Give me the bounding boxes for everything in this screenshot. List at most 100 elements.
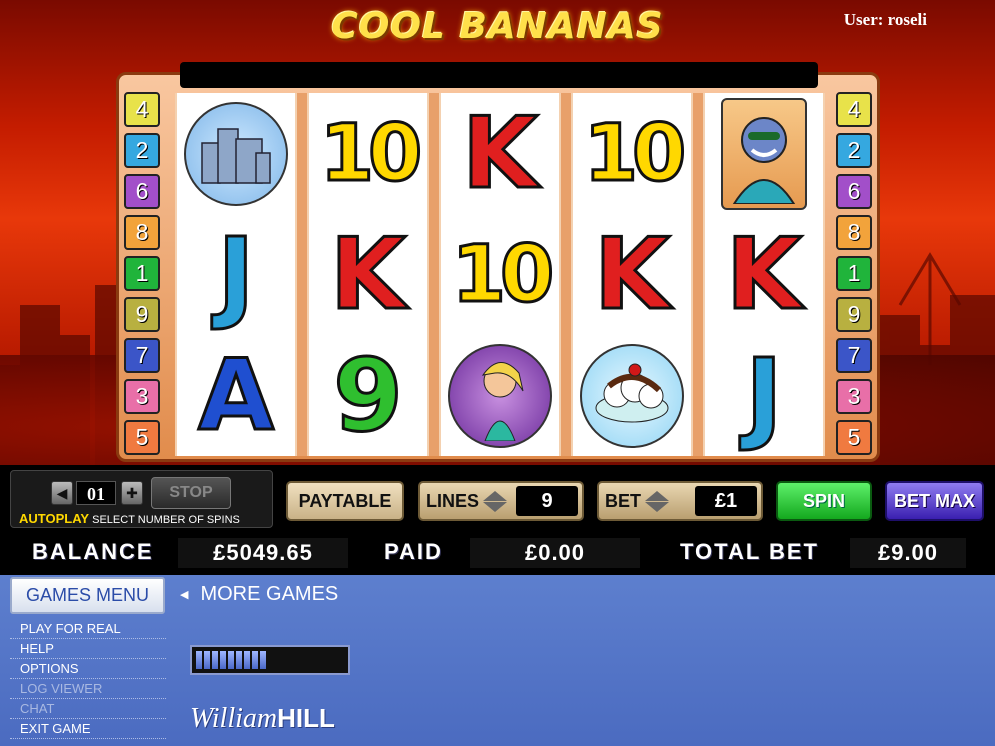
symbol-9: 9	[332, 336, 405, 454]
menu-item-log-viewer: LOG VIEWER	[10, 679, 166, 699]
stop-button[interactable]: STOP	[151, 477, 231, 509]
payline-badge-left: 1	[124, 256, 160, 291]
reel-symbol: J	[177, 214, 295, 335]
paytable-button[interactable]: PAYTABLE	[286, 481, 404, 521]
reel-symbol: J	[705, 335, 823, 456]
triangle-left-icon: ◀	[180, 589, 189, 601]
payline-badge-left: 9	[124, 297, 160, 332]
reel-symbol: K	[441, 93, 559, 214]
symbol-10: 10	[450, 229, 556, 320]
lines-down-icon[interactable]	[483, 501, 508, 512]
reel-symbol: 9	[309, 335, 427, 456]
reel-5: KJ	[703, 93, 825, 456]
william-hill-logo: WilliamHILL	[190, 703, 335, 735]
reel-4: 10 K	[571, 93, 693, 456]
bet-selector: BET £1	[597, 481, 763, 521]
bet-down-icon[interactable]	[645, 501, 669, 512]
paid-label: PAID	[384, 539, 443, 564]
symbol-k: K	[725, 217, 804, 332]
payline-badge-right: 6	[836, 174, 872, 209]
payline-badge-left: 7	[124, 338, 160, 373]
total-bet-value: £9.00	[850, 538, 966, 568]
reel-symbol: K	[573, 214, 691, 335]
side-menu: PLAY FOR REAL HELP OPTIONS LOG VIEWER CHAT EX…	[10, 619, 166, 739]
symbol-j: J	[744, 336, 784, 454]
symbol-k: K	[593, 217, 672, 332]
reel-symbol	[177, 93, 295, 214]
symbol-10: 10	[318, 108, 424, 199]
reel-symbol: 10	[573, 93, 691, 214]
reel-2: 10 K 9	[307, 93, 429, 456]
autoplay-label-bold: AUTOPLAY	[19, 511, 90, 526]
reel-1: JA	[175, 93, 297, 456]
payline-badge-right: 4	[836, 92, 872, 127]
city-icon	[184, 101, 288, 206]
payline-badge-left: 5	[124, 420, 160, 455]
progress-segment	[252, 651, 258, 669]
balance-label: BALANCE	[32, 539, 154, 564]
bet-up-icon[interactable]	[645, 490, 669, 501]
user-label: User: roseli	[843, 10, 927, 29]
more-games-label: MORE GAMES	[200, 583, 339, 605]
symbol-10: 10	[582, 108, 688, 199]
games-menu-button[interactable]: GAMES MENU	[10, 577, 165, 614]
payline-badge-left: 2	[124, 133, 160, 168]
message-bar	[180, 62, 818, 88]
total-bet-label: TOTAL BET	[680, 539, 819, 564]
balance-value: £5049.65	[178, 538, 348, 568]
reel-symbol: K	[705, 214, 823, 335]
lines-up-icon[interactable]	[483, 490, 508, 501]
autoplay-increase-button[interactable]: ✚	[121, 481, 143, 505]
payline-badge-right: 9	[836, 297, 872, 332]
payline-badge-right: 3	[836, 379, 872, 414]
bet-stepper[interactable]	[645, 490, 669, 512]
menu-item-play-for-real[interactable]: PLAY FOR REAL	[10, 619, 166, 639]
bet-max-button[interactable]: BET MAX	[885, 481, 984, 521]
reel-symbol: K	[309, 214, 427, 335]
control-bar: ◀ 01 ✚ STOP AUTOPLAY SELECT NUMBER OF SP…	[0, 465, 995, 575]
lines-value: 9	[516, 486, 578, 516]
payline-markers-left: 4 2 6 8 1 9 7 3 5	[124, 92, 160, 455]
reel-symbol	[573, 335, 691, 456]
progress-segment	[196, 651, 202, 669]
more-games-link[interactable]: ◀ MORE GAMES	[180, 583, 338, 606]
autoplay-label-rest: SELECT NUMBER OF SPINS	[89, 514, 240, 526]
payline-badge-right: 8	[836, 215, 872, 250]
progress-segment	[236, 651, 242, 669]
payline-badge-left: 6	[124, 174, 160, 209]
payline-badge-left: 4	[124, 92, 160, 127]
reel-symbol: 10	[441, 214, 559, 335]
symbol-k: K	[461, 96, 540, 211]
progress-segment	[220, 651, 226, 669]
autoplay-decrease-button[interactable]: ◀	[51, 481, 73, 505]
menu-item-help[interactable]: HELP	[10, 639, 166, 659]
symbol-j: J	[216, 215, 256, 333]
payline-badge-right: 5	[836, 420, 872, 455]
autoplay-label: AUTOPLAY SELECT NUMBER OF SPINS	[19, 511, 240, 526]
reel-symbol	[441, 335, 559, 456]
progress-segment	[228, 651, 234, 669]
gorilla-icon	[721, 97, 807, 210]
loading-progress-bar	[190, 645, 350, 675]
menu-item-options[interactable]: OPTIONS	[10, 659, 166, 679]
symbol-k: K	[329, 217, 408, 332]
reel-3: K 10	[439, 93, 561, 456]
progress-segment	[260, 651, 266, 669]
girl-icon	[448, 343, 552, 448]
lines-stepper[interactable]	[483, 490, 508, 512]
payline-badge-right: 7	[836, 338, 872, 373]
spin-button[interactable]: SPIN	[776, 481, 872, 521]
progress-segment	[212, 651, 218, 669]
menu-item-exit-game[interactable]: EXIT GAME	[10, 719, 166, 739]
payline-badge-right: 1	[836, 256, 872, 291]
menu-item-chat: CHAT	[10, 699, 166, 719]
lines-label: LINES	[426, 490, 480, 511]
bet-value: £1	[695, 486, 757, 516]
autoplay-count: 01	[76, 481, 116, 505]
games-menu-panel: GAMES MENU ◀ MORE GAMES PLAY FOR REAL HEL…	[0, 575, 995, 746]
logo-script: William	[190, 703, 278, 734]
bet-label: BET	[605, 490, 641, 511]
lines-selector: LINES 9	[418, 481, 584, 521]
reels-area: J A 10 K 9 K 10 10 K K J	[175, 93, 825, 456]
autoplay-panel: ◀ 01 ✚ STOP AUTOPLAY SELECT NUMBER OF SP…	[10, 470, 273, 528]
